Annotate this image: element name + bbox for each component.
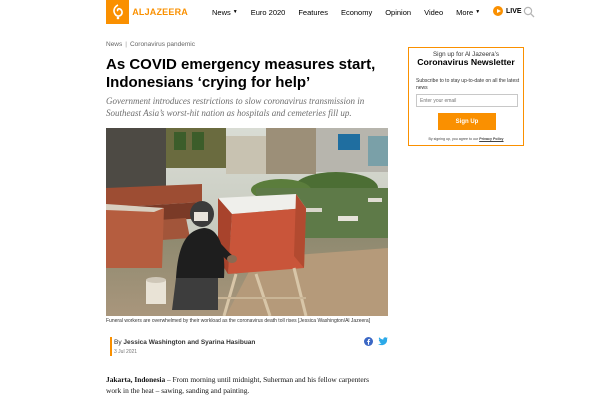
live-button[interactable]: LIVE	[493, 6, 522, 16]
live-label: LIVE	[506, 7, 522, 15]
author-links[interactable]: Jessica Washington and Syarina Hasibuan	[123, 339, 255, 346]
nav-item-news[interactable]: News ▼	[212, 8, 238, 17]
nav-item-euro-2020[interactable]: Euro 2020	[251, 8, 286, 17]
article-body-paragraph: Jakarta, Indonesia – From morning until …	[106, 374, 381, 396]
privacy-policy-link[interactable]: Privacy Policy	[479, 137, 503, 141]
breadcrumb-link-news[interactable]: News	[106, 41, 122, 48]
dateline: Jakarta, Indonesia	[106, 375, 166, 384]
nav-item-label: Economy	[340, 7, 373, 17]
aljazeera-logo[interactable]: ALJAZEERA	[106, 0, 188, 24]
breadcrumb-separator: |	[125, 41, 127, 48]
newsletter-description: Subscribe to to stay up-to-date on all t…	[416, 78, 520, 91]
nav-item-features[interactable]: Features	[298, 8, 328, 17]
nav-item-label: Opinion	[385, 7, 412, 17]
nav-item-label: Euro 2020	[250, 7, 286, 17]
logo-wordmark: ALJAZEERA	[132, 7, 188, 17]
privacy-note-text: By signing up, you agree to our	[428, 137, 479, 141]
nav-item-label: News	[212, 7, 231, 17]
nav-item-economy[interactable]: Economy	[341, 8, 372, 17]
twitter-icon[interactable]	[378, 337, 388, 346]
newsletter-signup-box: Sign up for Al Jazeera’s Coronavirus New…	[408, 47, 524, 146]
nav-item-label: Video	[424, 7, 444, 17]
chevron-down-icon: ▼	[232, 9, 238, 15]
aljazeera-logo-mark-icon	[106, 0, 130, 24]
facebook-icon[interactable]	[364, 337, 373, 346]
breadcrumb: News | Coronavirus pandemic	[106, 41, 195, 48]
breadcrumb-link-coronavirus-pandemic[interactable]: Coronavirus pandemic	[130, 41, 195, 48]
nav-item-label: More	[456, 7, 474, 17]
article-headline: As COVID emergency measures start, Indon…	[106, 56, 376, 91]
email-field[interactable]	[416, 94, 518, 107]
article-standfirst: Government introduces restrictions to sl…	[106, 96, 365, 118]
publish-date: 3 Jul 2021	[114, 349, 138, 355]
search-icon[interactable]	[523, 6, 535, 18]
play-icon	[493, 6, 503, 16]
main-nav: News ▼ Euro 2020 Features Economy Opinion…	[212, 0, 493, 24]
byline-prefix: By	[114, 339, 122, 346]
top-navigation-bar: ALJAZEERA News ▼ Euro 2020 Features Econo…	[0, 0, 600, 24]
nav-item-video[interactable]: Video	[424, 8, 443, 17]
nav-item-label: Features	[298, 7, 328, 17]
article-byline: By Jessica Washington and Syarina Hasibu…	[114, 339, 255, 346]
nav-item-more[interactable]: More ▼	[456, 8, 480, 17]
image-caption: Funeral workers are overwhelmed by their…	[106, 318, 371, 324]
article-hero-image	[106, 128, 388, 316]
byline-accent-bar	[110, 337, 112, 356]
newsletter-title: Coronavirus Newsletter	[417, 57, 515, 67]
sign-up-button[interactable]: Sign Up	[438, 113, 496, 130]
privacy-note: By signing up, you agree to our Privacy …	[409, 137, 523, 141]
chevron-down-icon: ▼	[475, 9, 481, 15]
nav-item-opinion[interactable]: Opinion	[385, 8, 411, 17]
